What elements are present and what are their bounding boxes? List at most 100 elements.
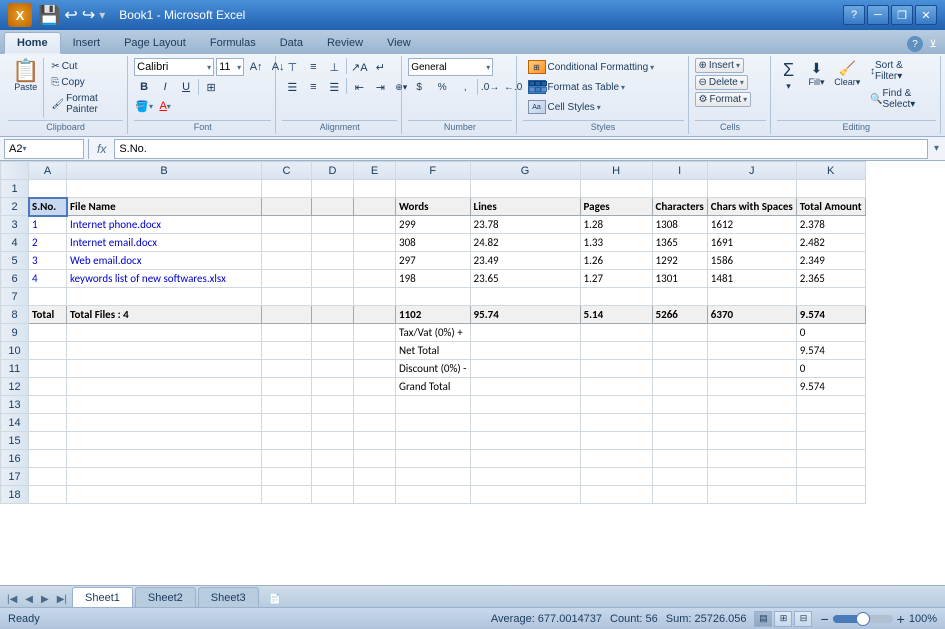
fill-color-button[interactable]: 🪣 ▾: [134, 97, 154, 115]
list-item[interactable]: [470, 288, 580, 306]
list-item[interactable]: [470, 450, 580, 468]
list-item[interactable]: 1.28: [580, 216, 652, 234]
comma-button[interactable]: ,: [454, 78, 476, 96]
restore-btn[interactable]: ❐: [891, 5, 913, 25]
list-item[interactable]: [707, 414, 796, 432]
list-item[interactable]: [67, 180, 262, 198]
list-item[interactable]: [470, 378, 580, 396]
list-item[interactable]: [262, 342, 312, 360]
list-item[interactable]: [312, 360, 354, 378]
list-item[interactable]: Chars with Spaces: [707, 198, 796, 216]
list-item[interactable]: 1: [29, 216, 67, 234]
list-item[interactable]: [796, 180, 865, 198]
list-item[interactable]: [580, 450, 652, 468]
list-item[interactable]: [354, 468, 396, 486]
list-item[interactable]: File Name: [67, 198, 262, 216]
list-item[interactable]: [67, 468, 262, 486]
list-item[interactable]: [312, 414, 354, 432]
align-top-button[interactable]: ⊤: [282, 58, 302, 76]
list-item[interactable]: 9.574: [796, 378, 865, 396]
list-item[interactable]: Total: [29, 306, 67, 324]
list-item[interactable]: [262, 396, 312, 414]
ribbon-collapse-btn[interactable]: ⊻: [925, 36, 941, 52]
list-item[interactable]: [29, 486, 67, 504]
list-item[interactable]: [262, 180, 312, 198]
list-item[interactable]: 4: [29, 270, 67, 288]
help-btn[interactable]: ?: [843, 5, 865, 25]
tab-data[interactable]: Data: [268, 32, 315, 54]
list-item[interactable]: [796, 288, 865, 306]
font-size-dropdown[interactable]: 11 ▾: [216, 58, 244, 76]
list-item[interactable]: [796, 414, 865, 432]
list-item[interactable]: Lines: [470, 198, 580, 216]
list-item[interactable]: [470, 180, 580, 198]
list-item[interactable]: [796, 450, 865, 468]
number-format-dropdown[interactable]: General ▾: [408, 58, 493, 76]
list-item[interactable]: 5266: [652, 306, 707, 324]
zoom-thumb[interactable]: [856, 612, 870, 626]
list-item[interactable]: 2.482: [796, 234, 865, 252]
list-item[interactable]: [707, 396, 796, 414]
add-sheet-btn[interactable]: 📄: [261, 592, 941, 607]
format-painter-button[interactable]: 🖌Format Painter: [47, 91, 122, 117]
list-item[interactable]: 1612: [707, 216, 796, 234]
list-item[interactable]: Tax/Vat (0%) +: [396, 324, 471, 342]
list-item[interactable]: [262, 234, 312, 252]
list-item[interactable]: 1586: [707, 252, 796, 270]
list-item[interactable]: [262, 432, 312, 450]
list-item[interactable]: [652, 342, 707, 360]
increase-decimal-button[interactable]: .0→: [479, 78, 501, 96]
list-item[interactable]: [262, 324, 312, 342]
list-item[interactable]: [67, 432, 262, 450]
col-b-header[interactable]: B: [67, 162, 262, 180]
list-item[interactable]: [470, 486, 580, 504]
list-item[interactable]: Discount (0%) -: [396, 360, 471, 378]
list-item[interactable]: [312, 180, 354, 198]
list-item[interactable]: [470, 342, 580, 360]
list-item[interactable]: [396, 396, 471, 414]
row-header-14[interactable]: 14: [1, 414, 29, 432]
list-item[interactable]: 1.26: [580, 252, 652, 270]
list-item[interactable]: [29, 414, 67, 432]
list-item[interactable]: S.No.: [29, 198, 67, 216]
list-item[interactable]: [707, 342, 796, 360]
increase-font-btn[interactable]: A↑: [246, 58, 266, 76]
name-box[interactable]: A2 ▾: [4, 139, 84, 159]
list-item[interactable]: [312, 288, 354, 306]
col-e-header[interactable]: E: [354, 162, 396, 180]
list-item[interactable]: 23.78: [470, 216, 580, 234]
align-center-button[interactable]: ≡: [303, 78, 323, 96]
list-item[interactable]: [312, 270, 354, 288]
list-item[interactable]: Internet email.docx: [67, 234, 262, 252]
list-item[interactable]: [312, 396, 354, 414]
list-item[interactable]: [67, 396, 262, 414]
col-j-header[interactable]: J: [707, 162, 796, 180]
list-item[interactable]: 0: [796, 324, 865, 342]
col-k-header[interactable]: K: [796, 162, 865, 180]
row-header-16[interactable]: 16: [1, 450, 29, 468]
list-item[interactable]: [312, 198, 354, 216]
list-item[interactable]: [470, 324, 580, 342]
sheet-tab-1[interactable]: Sheet1: [72, 587, 133, 607]
list-item[interactable]: 23.49: [470, 252, 580, 270]
col-c-header[interactable]: C: [262, 162, 312, 180]
list-item[interactable]: 5.14: [580, 306, 652, 324]
format-cells-button[interactable]: ⚙ Format ▾: [695, 92, 752, 107]
undo-icon[interactable]: ↩: [64, 5, 77, 25]
col-d-header[interactable]: D: [312, 162, 354, 180]
list-item[interactable]: [262, 288, 312, 306]
cut-button[interactable]: ✂Cut: [47, 59, 122, 74]
list-item[interactable]: [312, 378, 354, 396]
list-item[interactable]: [312, 216, 354, 234]
list-item[interactable]: [29, 342, 67, 360]
list-item[interactable]: [354, 234, 396, 252]
row-header-3[interactable]: 3: [1, 216, 29, 234]
list-item[interactable]: 1301: [652, 270, 707, 288]
list-item[interactable]: Total Files : 4: [67, 306, 262, 324]
list-item[interactable]: Net Total: [396, 342, 471, 360]
align-bottom-button[interactable]: ⊥: [324, 58, 344, 76]
list-item[interactable]: [67, 414, 262, 432]
list-item[interactable]: [354, 432, 396, 450]
list-item[interactable]: 1292: [652, 252, 707, 270]
list-item[interactable]: Pages: [580, 198, 652, 216]
